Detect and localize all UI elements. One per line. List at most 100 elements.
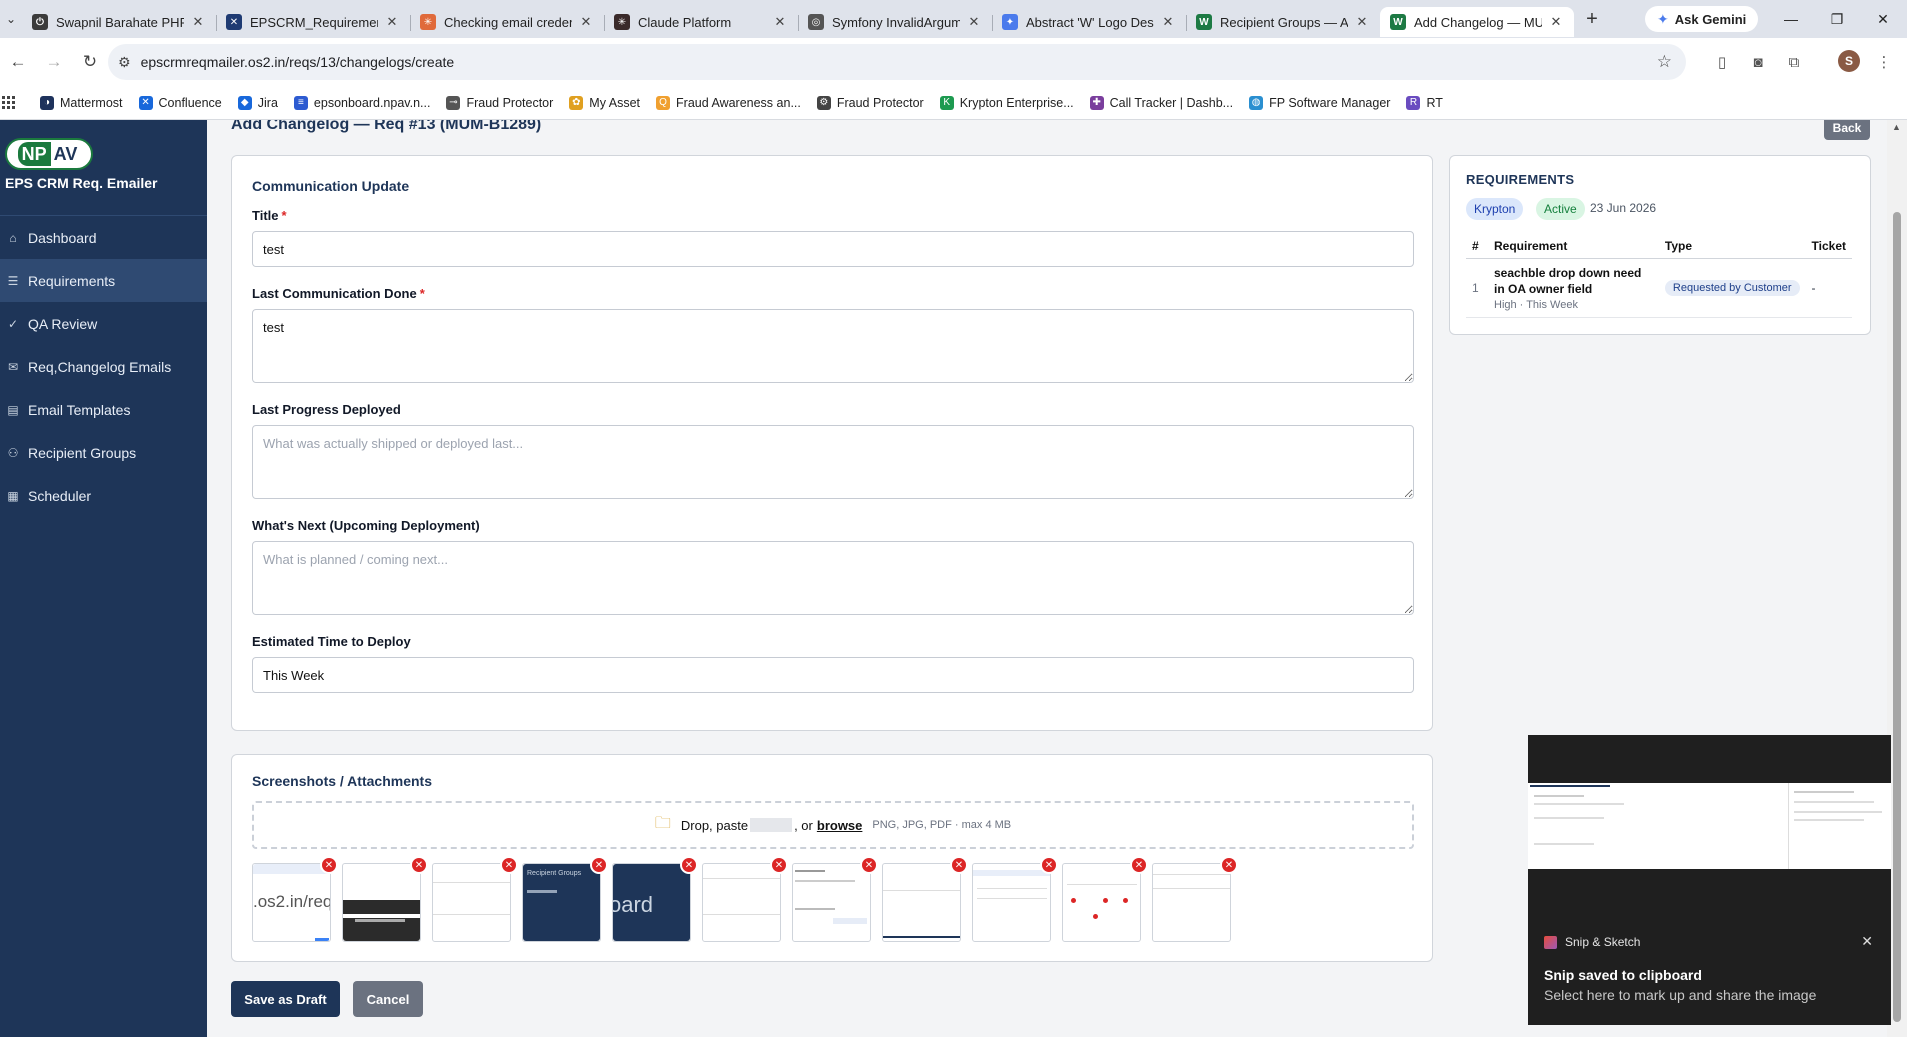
bookmark-favicon-icon: R [1406, 95, 1421, 110]
reading-mode-icon[interactable]: ▯ [1710, 50, 1734, 74]
address-bar[interactable]: ⚙ epscrmreqmailer.os2.in/reqs/13/changel… [108, 44, 1686, 80]
browser-tab[interactable]: ✳ Claude Platform ✕ [604, 7, 798, 37]
browser-tab[interactable]: ◎ Symfony InvalidArgum ✕ [798, 7, 992, 37]
ticket-cell: - [1805, 258, 1852, 318]
remove-attachment-icon[interactable]: ✕ [950, 856, 968, 874]
bookmark-item[interactable]: ✚ Call Tracker | Dashb... [1089, 95, 1233, 110]
bookmark-item[interactable]: ⚙ Fraud Protector [816, 95, 924, 110]
table-row[interactable]: 1 seachble drop down need in OA owner fie… [1466, 258, 1852, 318]
browse-link[interactable]: browse [817, 818, 863, 833]
ask-gemini-button[interactable]: ✦ Ask Gemini [1645, 6, 1759, 32]
last-communication-textarea[interactable]: test [252, 309, 1414, 383]
browser-tab[interactable]: ✦ Abstract 'W' Logo Des ✕ [992, 7, 1186, 37]
attachment-thumbnail[interactable]: oard ✕ [612, 856, 698, 942]
back-arrow-icon[interactable]: ← [0, 44, 36, 80]
remove-attachment-icon[interactable]: ✕ [1130, 856, 1148, 874]
remove-attachment-icon[interactable]: ✕ [590, 856, 608, 874]
bookmark-item[interactable]: ✕ Confluence [138, 95, 222, 110]
toast-close-icon[interactable]: ✕ [1861, 933, 1873, 950]
attachment-thumbnail[interactable]: ✕ [1152, 856, 1238, 942]
bookmark-label: My Asset [589, 95, 641, 110]
bookmark-item[interactable]: ◆ Jira [237, 95, 278, 110]
attachment-thumbnail[interactable]: ✕ [342, 856, 428, 942]
snip-notification-toast[interactable]: Snip & Sketch ✕ Snip saved to clipboard … [1528, 735, 1891, 1025]
sidebar-item-recipient-groups[interactable]: ⚇ Recipient Groups [0, 431, 207, 474]
status-badge: Active [1536, 198, 1585, 220]
browser-tab[interactable]: W Recipient Groups — A ✕ [1186, 7, 1380, 37]
bookmark-item[interactable]: ✿ My Asset [569, 95, 641, 110]
tab-close-icon[interactable]: ✕ [1160, 14, 1176, 30]
attachment-thumbnail[interactable]: ✕ [702, 856, 788, 942]
attachment-dropzone[interactable]: 🗀 Drop, paste , or browse PNG, JPG, PDF … [252, 801, 1414, 849]
bookmark-star-icon[interactable]: ☆ [1657, 52, 1672, 72]
attachment-thumbnail[interactable]: ✕ [792, 856, 878, 942]
title-input[interactable] [252, 231, 1414, 267]
tab-close-icon[interactable]: ✕ [772, 14, 788, 30]
close-window-icon[interactable]: ✕ [1860, 0, 1906, 38]
tab-search-chevron-icon[interactable]: ⌄ [0, 0, 22, 38]
minimize-icon[interactable]: — [1768, 0, 1814, 38]
bookmark-item[interactable]: ≡ epsonboard.npav.n... [293, 95, 430, 110]
reload-icon[interactable]: ↻ [72, 44, 108, 80]
file-type-hint: PNG, JPG, PDF · max 4 MB [872, 819, 1012, 831]
tab-close-icon[interactable]: ✕ [190, 14, 206, 30]
extensions-icon[interactable]: ⧉ [1782, 50, 1806, 74]
last-progress-textarea[interactable] [252, 425, 1414, 499]
remove-attachment-icon[interactable]: ✕ [1220, 856, 1238, 874]
table-header: Type [1658, 234, 1806, 259]
camera-icon[interactable]: ◙ [1746, 50, 1770, 74]
sidebar-item-requirements[interactable]: ☰ Requirements [0, 259, 207, 302]
attachment-thumbnail[interactable]: ✕ [972, 856, 1058, 942]
bookmark-item[interactable]: ◍ FP Software Manager [1249, 95, 1390, 110]
remove-attachment-icon[interactable]: ✕ [680, 856, 698, 874]
attachment-thumbnail[interactable]: Recipient Groups ✕ [522, 856, 608, 942]
browser-tab[interactable]: W Add Changelog — MU ✕ [1380, 7, 1574, 37]
sidebar-item-dashboard[interactable]: ⌂ Dashboard [0, 216, 207, 259]
apps-grid-icon[interactable] [2, 95, 16, 110]
profile-avatar[interactable]: S [1838, 50, 1860, 72]
cancel-button[interactable]: Cancel [353, 981, 423, 1017]
attachment-thumbnail[interactable]: ✕ [432, 856, 518, 942]
back-button[interactable]: Back [1824, 120, 1870, 140]
browser-tab[interactable]: ⏻ Swapnil Barahate PHP ✕ [22, 7, 216, 37]
remove-attachment-icon[interactable]: ✕ [1040, 856, 1058, 874]
bookmark-item[interactable]: ⊸ Fraud Protector [446, 95, 553, 110]
remove-attachment-icon[interactable]: ✕ [860, 856, 878, 874]
attachment-thumbnail[interactable]: ✕ [882, 856, 968, 942]
sidebar-item-scheduler[interactable]: ▦ Scheduler [0, 474, 207, 517]
forward-arrow-icon[interactable]: → [36, 44, 72, 80]
remove-attachment-icon[interactable]: ✕ [770, 856, 788, 874]
bookmark-item[interactable]: R RT [1406, 95, 1443, 110]
sidebar-item-qa-review[interactable]: ✓ QA Review [0, 302, 207, 345]
bookmark-item[interactable]: ◑ Mattermost [40, 95, 123, 110]
save-draft-button[interactable]: Save as Draft [231, 981, 340, 1017]
eta-input[interactable] [252, 657, 1414, 693]
sidebar-item-email-templates[interactable]: ▤ Email Templates [0, 388, 207, 431]
snip-preview-image[interactable] [1528, 783, 1891, 869]
browser-tab[interactable]: ✳ Checking email creden ✕ [410, 7, 604, 37]
sidebar-item-changelog-emails[interactable]: ✉ Req,Changelog Emails [0, 345, 207, 388]
remove-attachment-icon[interactable]: ✕ [410, 856, 428, 874]
scroll-up-icon[interactable]: ▲ [1892, 122, 1901, 132]
bookmark-item[interactable]: Q Fraud Awareness an... [656, 95, 801, 110]
bookmark-item[interactable]: K Krypton Enterprise... [939, 95, 1074, 110]
tab-close-icon[interactable]: ✕ [384, 14, 400, 30]
remove-attachment-icon[interactable]: ✕ [500, 856, 518, 874]
more-menu-icon[interactable]: ⋮ [1872, 50, 1896, 74]
tab-close-icon[interactable]: ✕ [966, 14, 982, 30]
new-tab-button[interactable]: + [1574, 8, 1610, 31]
tab-close-icon[interactable]: ✕ [1354, 14, 1370, 30]
tab-close-icon[interactable]: ✕ [578, 14, 594, 30]
whats-next-textarea[interactable] [252, 541, 1414, 615]
browser-tab[interactable]: ✕ EPSCRM_Requirement ✕ [216, 7, 410, 37]
tab-close-icon[interactable]: ✕ [1548, 14, 1564, 30]
table-header: Ticket [1805, 234, 1852, 259]
attachment-thumbnail[interactable]: ✕ [1062, 856, 1148, 942]
attachment-thumbnail[interactable]: .os2.in/req ✕ [252, 856, 338, 942]
site-info-icon[interactable]: ⚙ [118, 54, 131, 71]
remove-attachment-icon[interactable]: ✕ [320, 856, 338, 874]
restore-icon[interactable]: ❐ [1814, 0, 1860, 38]
tab-title: Swapnil Barahate PHP [56, 14, 184, 30]
folder-icon: 🗀 [654, 814, 671, 832]
scrollbar-thumb[interactable] [1893, 212, 1901, 1022]
